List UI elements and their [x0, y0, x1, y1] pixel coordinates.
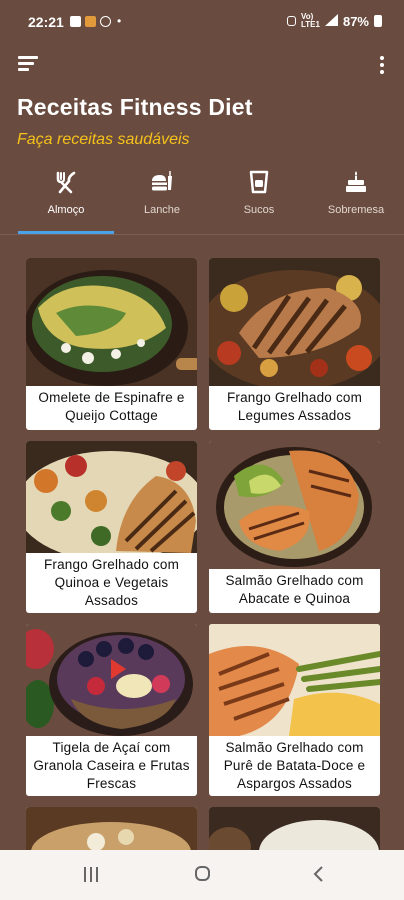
recipe-title-line: Frescas [86, 776, 137, 791]
cake-icon [342, 168, 370, 196]
recipe-title: Frango Grelhado com Legumes Assados [209, 389, 380, 425]
recipe-grid: Omelete de Espinafre e Queijo Cottage Fr… [26, 258, 380, 850]
status-time: 22:21 [28, 14, 64, 30]
recipe-card-partial[interactable] [209, 807, 380, 850]
recipe-card-frango-quinoa[interactable]: Frango Grelhado com Quinoa e Vegetais As… [26, 441, 197, 613]
recipe-image [209, 441, 380, 569]
recipe-card-salmao-pure[interactable]: Salmão Grelhado com Purê de Batata-Doce … [209, 624, 380, 796]
menu-icon[interactable] [18, 54, 42, 74]
recipe-title-line: Assados [84, 593, 139, 608]
lte-icon: Vo) LTE1 [301, 12, 320, 29]
tab-almoco[interactable]: Almoço [16, 160, 116, 232]
recipe-card-omelete[interactable]: Omelete de Espinafre e Queijo Cottage [26, 258, 197, 430]
recipe-image [209, 258, 380, 390]
recent-apps-icon[interactable] [84, 867, 100, 882]
tab-label: Sucos [243, 204, 275, 216]
recipe-card-frango-legumes[interactable]: Frango Grelhado com Legumes Assados [209, 258, 380, 430]
notification-icons: • [70, 14, 121, 28]
category-tabs: Almoço Lanche Sucos Sobremesa [0, 160, 404, 235]
recipe-title-line: Frango Grelhado com [226, 390, 363, 405]
tab-sucos[interactable]: Sucos [209, 160, 309, 232]
back-icon[interactable] [312, 865, 324, 883]
recipe-image [26, 258, 197, 386]
tabs-divider [0, 234, 404, 235]
recipe-card-acai[interactable]: Tigela de Açaí com Granola Caseira e Fru… [26, 624, 197, 796]
recipe-title-line: Quinoa e Vegetais [54, 575, 169, 590]
recipe-title-line: Salmão Grelhado com [225, 573, 364, 588]
page-subtitle: Faça receitas saudáveis [17, 131, 190, 148]
recipe-title-line: Purê de Batata-Doce e [223, 758, 366, 773]
recipe-title-line: Aspargos Assados [236, 776, 353, 791]
cup-icon [245, 168, 273, 196]
recipe-title-line: Queijo Cottage [65, 408, 158, 423]
recipe-image [209, 624, 380, 736]
recipe-title-line: Tigela de Açaí com [52, 740, 171, 755]
battery-percent: 87% [342, 13, 369, 29]
system-nav-bar [0, 850, 404, 900]
tab-sobremesa[interactable]: Sobremesa [306, 160, 404, 232]
recipe-title-line: Frango Grelhado com [43, 557, 180, 572]
page-title: Receitas Fitness Diet [17, 94, 253, 120]
recipe-title: Salmão Grelhado com Abacate e Quinoa [209, 572, 380, 608]
system-status: Vo) LTE1 87% [287, 13, 382, 29]
recipe-image [26, 624, 197, 736]
tab-label: Lanche [143, 204, 181, 216]
recipe-title-line: Omelete de Espinafre e [38, 390, 185, 405]
recipe-title-line: Abacate e Quinoa [238, 591, 351, 606]
more-notifications-icon: • [117, 14, 122, 28]
burger-icon [148, 168, 176, 196]
recipe-title-line: Salmão Grelhado com [225, 740, 364, 755]
recipe-title: Salmão Grelhado com Purê de Batata-Doce … [209, 739, 380, 793]
recipe-image [26, 807, 197, 850]
alarm-icon [287, 16, 296, 26]
recipe-title-line: Granola Caseira e Frutas [33, 758, 190, 773]
tab-label: Almoço [47, 204, 85, 216]
app-notification-icon [85, 15, 96, 27]
status-bar: 22:21 • Vo) LTE1 87% [0, 0, 404, 40]
home-icon[interactable] [195, 866, 210, 881]
battery-icon [374, 15, 382, 27]
recipe-image [26, 441, 197, 561]
recipe-title: Tigela de Açaí com Granola Caseira e Fru… [26, 739, 197, 793]
whatsapp-icon [100, 15, 111, 27]
tab-label: Sobremesa [327, 204, 385, 216]
more-options-icon[interactable] [378, 54, 386, 76]
tab-lanche[interactable]: Lanche [112, 160, 212, 232]
signal-icon [324, 13, 338, 29]
gallery-icon [70, 15, 81, 27]
app-bar [0, 40, 404, 90]
recipe-card-partial[interactable] [26, 807, 197, 850]
recipe-title: Omelete de Espinafre e Queijo Cottage [26, 389, 197, 425]
recipe-title: Frango Grelhado com Quinoa e Vegetais As… [26, 556, 197, 610]
cutlery-icon [52, 168, 80, 196]
recipe-title-line: Legumes Assados [237, 408, 352, 423]
recipe-image [209, 807, 380, 850]
recipe-card-salmao-abacate[interactable]: Salmão Grelhado com Abacate e Quinoa [209, 441, 380, 613]
